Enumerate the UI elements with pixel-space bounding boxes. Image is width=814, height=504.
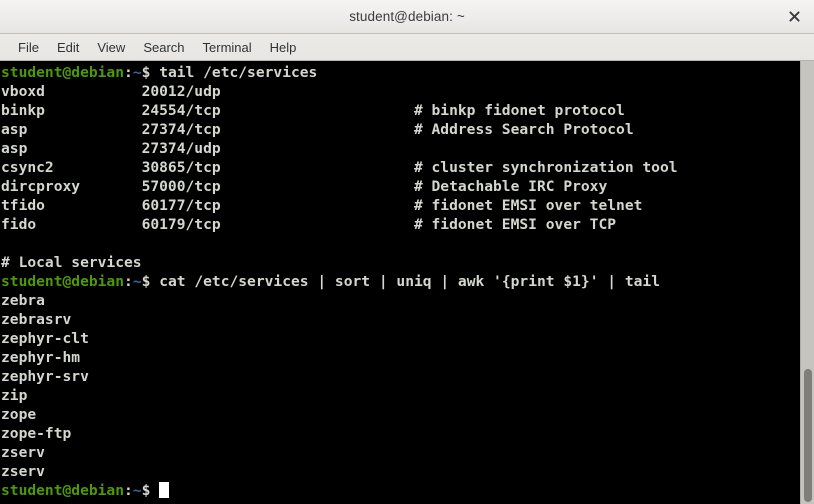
- service-name-text: zephyr-hm: [1, 349, 81, 366]
- service-name-row: zephyr-clt: [1, 329, 800, 348]
- service-name-text: zip: [1, 387, 28, 404]
- service-name-text: zserv: [1, 444, 45, 461]
- service-row-text: binkp 24554/tcp # binkp fidonet protocol: [1, 102, 625, 119]
- prompt-user-host: student@debian: [1, 64, 125, 81]
- prompt-path: ~: [132, 273, 142, 290]
- service-row-text: dircproxy 57000/tcp # Detachable IRC Pro…: [1, 178, 608, 195]
- local-services-header: # Local services: [1, 253, 800, 272]
- prompt-sigil: $: [141, 482, 160, 499]
- scrollbar-thumb[interactable]: [804, 368, 812, 502]
- service-name-row: zebra: [1, 291, 800, 310]
- title-bar: student@debian: ~: [0, 0, 814, 34]
- menu-item-edit[interactable]: Edit: [48, 37, 88, 58]
- prompt-path: ~: [132, 64, 142, 81]
- terminal-scrollbar[interactable]: [800, 61, 814, 504]
- service-row: dircproxy 57000/tcp # Detachable IRC Pro…: [1, 177, 800, 196]
- menu-item-search[interactable]: Search: [134, 37, 193, 58]
- menu-bar: File Edit View Search Terminal Help: [0, 34, 814, 61]
- terminal-screen[interactable]: student@debian:~$ tail /etc/services vbox…: [0, 61, 800, 504]
- prompt-user-host: student@debian: [1, 273, 125, 290]
- service-row: tfido 60177/tcp # fidonet EMSI over teln…: [1, 196, 800, 215]
- service-row: asp 27374/tcp # Address Search Protocol: [1, 120, 800, 139]
- service-row: asp 27374/udp: [1, 139, 800, 158]
- window-title: student@debian: ~: [349, 9, 465, 24]
- terminal-window: student@debian: ~ File Edit View Search …: [0, 0, 814, 504]
- service-row-text: fido 60179/tcp # fidonet EMSI over TCP: [1, 216, 617, 233]
- service-row-text: asp 27374/tcp # Address Search Protocol: [1, 121, 634, 138]
- prompt-sigil: $: [141, 273, 160, 290]
- blank-text: [1, 235, 10, 252]
- command-line-1: student@debian:~$ tail /etc/services: [1, 63, 800, 82]
- close-icon[interactable]: [782, 5, 806, 29]
- prompt-path: ~: [132, 482, 142, 499]
- service-row-text: asp 27374/udp: [1, 140, 221, 157]
- service-name-row: zope-ftp: [1, 424, 800, 443]
- prompt-colon: :: [124, 64, 133, 81]
- service-row-text: vboxd 20012/udp: [1, 83, 221, 100]
- command-line-2: student@debian:~$ cat /etc/services | so…: [1, 272, 800, 291]
- menu-item-help[interactable]: Help: [261, 37, 306, 58]
- service-name-text: zebrasrv: [1, 311, 72, 328]
- local-services-header-text: # Local services: [1, 254, 142, 271]
- service-name-row: zserv: [1, 443, 800, 462]
- service-name-text: zephyr-srv: [1, 368, 89, 385]
- service-name-text: zebra: [1, 292, 45, 309]
- service-name-row: zebrasrv: [1, 310, 800, 329]
- service-row: fido 60179/tcp # fidonet EMSI over TCP: [1, 215, 800, 234]
- service-row-text: csync2 30865/tcp # cluster synchronizati…: [1, 159, 678, 176]
- prompt-colon: :: [124, 273, 133, 290]
- service-row: csync2 30865/tcp # cluster synchronizati…: [1, 158, 800, 177]
- service-name-text: zope-ftp: [1, 425, 72, 442]
- command-text: tail /etc/services: [159, 64, 318, 81]
- service-name-row: zip: [1, 386, 800, 405]
- prompt-sigil: $: [141, 64, 160, 81]
- service-name-row: zephyr-srv: [1, 367, 800, 386]
- service-name-row: zope: [1, 405, 800, 424]
- prompt-colon: :: [124, 482, 133, 499]
- menu-item-terminal[interactable]: Terminal: [194, 37, 261, 58]
- service-name-text: zephyr-clt: [1, 330, 89, 347]
- menu-item-file[interactable]: File: [9, 37, 48, 58]
- service-name-row: zserv: [1, 462, 800, 481]
- service-name-text: zope: [1, 406, 37, 423]
- service-name-text: zserv: [1, 463, 45, 480]
- service-row: binkp 24554/tcp # binkp fidonet protocol: [1, 101, 800, 120]
- service-row: vboxd 20012/udp: [1, 82, 800, 101]
- service-name-row: zephyr-hm: [1, 348, 800, 367]
- terminal-area: student@debian:~$ tail /etc/services vbox…: [0, 61, 814, 504]
- command-text: cat /etc/services | sort | uniq | awk '{…: [159, 273, 660, 290]
- terminal-cursor: [159, 482, 170, 498]
- command-line-current: student@debian:~$: [1, 481, 800, 500]
- service-row-text: tfido 60177/tcp # fidonet EMSI over teln…: [1, 197, 643, 214]
- blank-line: [1, 234, 800, 253]
- prompt-user-host: student@debian: [1, 482, 125, 499]
- menu-item-view[interactable]: View: [88, 37, 134, 58]
